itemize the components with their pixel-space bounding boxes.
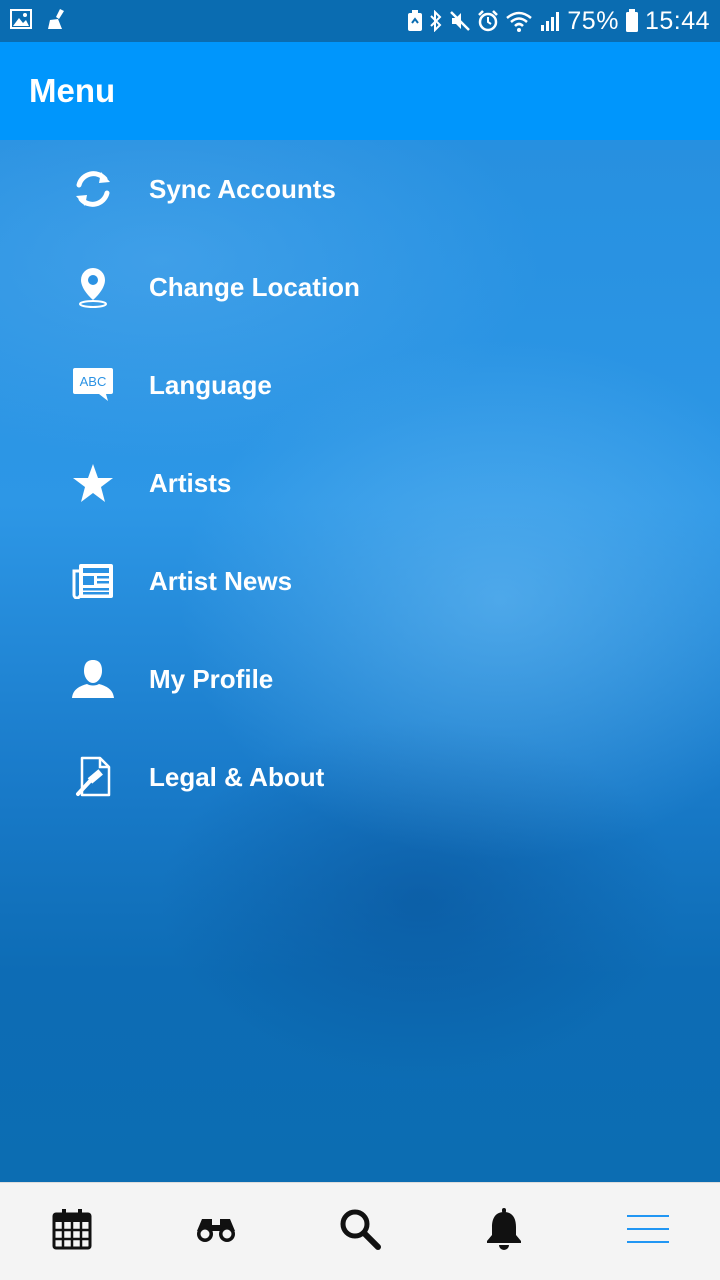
- bluetooth-icon: [429, 10, 443, 32]
- search-icon: [338, 1207, 382, 1256]
- sync-icon: [70, 166, 116, 212]
- menu-item-label: Artist News: [149, 565, 293, 596]
- menu-item-label: Legal & About: [149, 761, 325, 792]
- location-pin-icon: [70, 264, 116, 310]
- legal-document-icon: [70, 754, 116, 800]
- bell-icon: [485, 1208, 523, 1255]
- calendar-icon: [52, 1208, 92, 1255]
- nav-search-button[interactable]: [288, 1183, 432, 1280]
- gallery-icon: [10, 8, 32, 34]
- wifi-icon: [505, 10, 533, 32]
- menu-item-artists[interactable]: Artists: [0, 434, 720, 532]
- menu-item-change-location[interactable]: Change Location: [0, 238, 720, 336]
- menu-item-artist-news[interactable]: Artist News: [0, 532, 720, 630]
- menu-item-label: Artists: [149, 467, 232, 498]
- cleaner-icon: [44, 8, 68, 35]
- menu-item-my-profile[interactable]: My Profile: [0, 630, 720, 728]
- menu-item-label: Language: [149, 369, 272, 400]
- nav-discover-button[interactable]: [144, 1183, 288, 1280]
- clock-time: 15:44: [644, 6, 710, 35]
- status-right: 75% 15:44: [407, 7, 710, 36]
- menu-item-label: Change Location: [149, 271, 360, 302]
- app-header: Menu: [0, 42, 720, 140]
- menu-list: Sync Accounts Change Location ABC Langua…: [0, 140, 720, 826]
- menu-item-label: My Profile: [149, 663, 274, 694]
- nav-calendar-button[interactable]: [0, 1183, 144, 1280]
- newspaper-icon: [70, 558, 116, 604]
- signal-icon: [539, 10, 561, 32]
- status-bar: 75% 15:44: [0, 0, 720, 42]
- menu-item-language[interactable]: ABC Language: [0, 336, 720, 434]
- battery-saver-icon: [407, 10, 423, 32]
- battery-icon: [625, 9, 639, 33]
- menu-item-legal-about[interactable]: Legal & About: [0, 728, 720, 826]
- mute-icon: [449, 10, 471, 32]
- bottom-nav-bar: [0, 1182, 720, 1280]
- menu-item-sync-accounts[interactable]: Sync Accounts: [0, 140, 720, 238]
- nav-menu-button[interactable]: [576, 1183, 720, 1280]
- menu-item-label: Sync Accounts: [149, 173, 336, 204]
- profile-icon: [70, 656, 116, 702]
- star-icon: [70, 460, 116, 506]
- alarm-icon: [477, 10, 499, 32]
- binoculars-icon: [194, 1215, 238, 1248]
- hamburger-menu-icon: [626, 1213, 670, 1250]
- status-left: [10, 8, 68, 35]
- svg-text:ABC: ABC: [80, 374, 107, 389]
- menu-panel: Sync Accounts Change Location ABC Langua…: [0, 140, 720, 1182]
- page-title: Menu: [29, 72, 116, 109]
- language-abc-icon: ABC: [70, 362, 116, 408]
- battery-percent: 75%: [567, 6, 619, 35]
- nav-notifications-button[interactable]: [432, 1183, 576, 1280]
